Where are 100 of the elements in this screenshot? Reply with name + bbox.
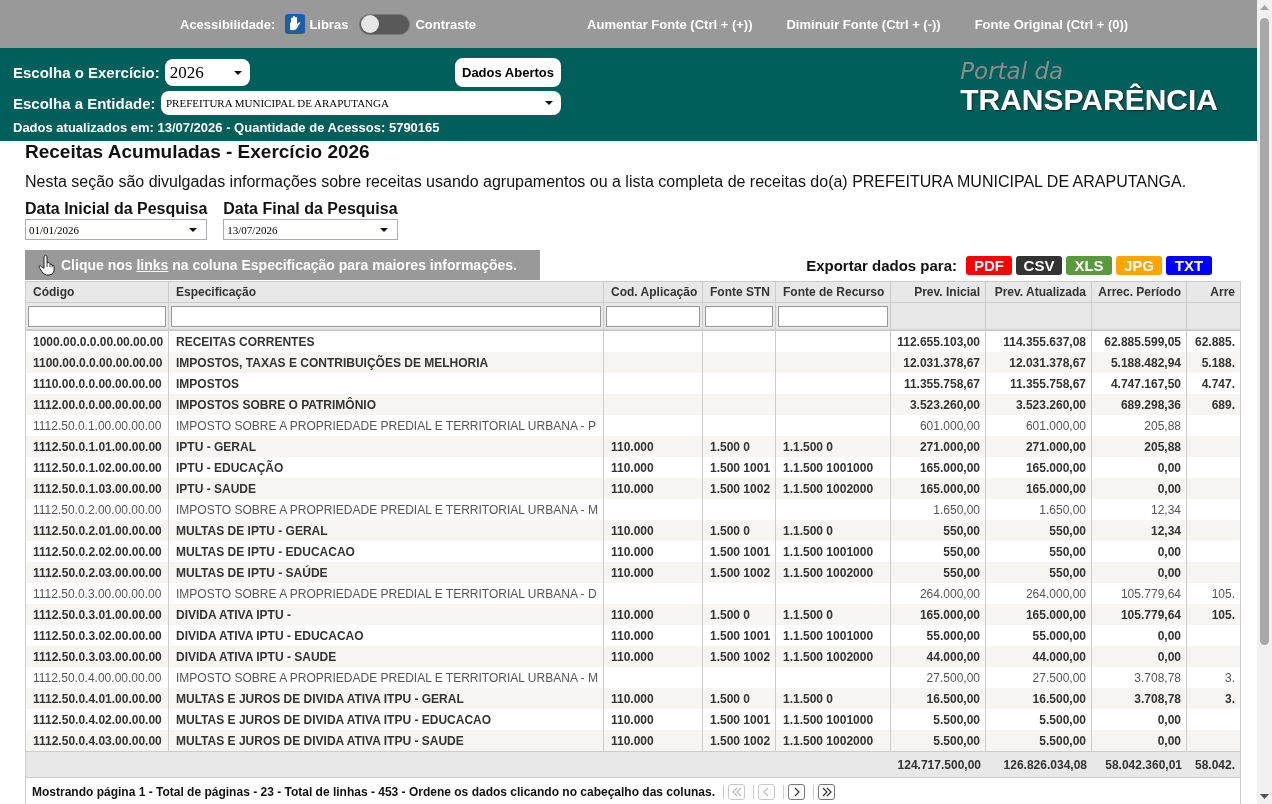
year-select[interactable]: 2026 bbox=[164, 59, 250, 86]
table-cell: 3.523.260,00 bbox=[891, 394, 986, 415]
pagination-summary: Mostrando página 1 - Total de páginas - 23 - Total de linhas - 453 - Ordene os dados clicando no cabeçalho das colunas. bbox=[32, 784, 716, 799]
table-cell: 1.1.500 0 bbox=[776, 604, 891, 625]
table-cell: 271.000,00 bbox=[986, 436, 1092, 457]
table-cell: 0,00 bbox=[1092, 730, 1187, 751]
table-cell: 110.000 bbox=[604, 436, 703, 457]
table-cell: 1.500 1002 bbox=[703, 730, 776, 751]
column-header[interactable]: Fonte STN bbox=[703, 282, 776, 303]
table-cell: 12.031.378,67 bbox=[891, 352, 986, 373]
column-header[interactable]: Fonte de Recurso bbox=[776, 282, 891, 303]
caret-icon bbox=[233, 70, 242, 75]
scroll-down-icon[interactable] bbox=[1260, 794, 1269, 799]
table-cell: 3.523.260,00 bbox=[986, 394, 1092, 415]
entity-select[interactable]: PREFEITURA MUNICIPAL DE ARAPUTANGA bbox=[161, 91, 561, 115]
table-cell: 110.000 bbox=[604, 604, 703, 625]
filter-field[interactable] bbox=[606, 305, 700, 327]
table-cell: MULTAS E JUROS DE DIVIDA ATIVA ITPU - SAUDE bbox=[169, 730, 604, 751]
table-cell: 165.000,00 bbox=[986, 478, 1092, 499]
last-page-button[interactable] bbox=[818, 783, 836, 800]
table-cell: 3. bbox=[1187, 688, 1240, 709]
table-cell-text: 105. bbox=[1210, 585, 1236, 603]
table-cell: IPTU - GERAL bbox=[169, 436, 604, 457]
table-cell: 110.000 bbox=[604, 562, 703, 583]
caret-icon bbox=[545, 101, 553, 105]
table-cell: 1112.50.0.3.01.00.00.00 bbox=[26, 604, 169, 625]
table-cell: 1.1.500 0 bbox=[776, 436, 891, 457]
export-button[interactable]: TXT bbox=[1166, 255, 1212, 275]
table-cell: 5.500,00 bbox=[891, 730, 986, 751]
column-header[interactable]: Arrec. Período bbox=[1092, 282, 1187, 303]
date-label: Data Final da Pesquisa bbox=[223, 200, 398, 218]
scrollbar-thumb[interactable] bbox=[1260, 18, 1269, 645]
next-page-button[interactable] bbox=[788, 783, 806, 800]
table-cell: 5.188. bbox=[1187, 352, 1240, 373]
filter-field[interactable] bbox=[171, 305, 601, 327]
table-cell: 1100.00.0.0.00.00.00.00 bbox=[26, 352, 169, 373]
table-cell: 550,00 bbox=[986, 562, 1092, 583]
hand-icon bbox=[285, 14, 306, 34]
table-cell: 44.000,00 bbox=[986, 646, 1092, 667]
date-select[interactable]: 01/01/2026 bbox=[25, 219, 208, 240]
contrast-label: Contraste bbox=[415, 16, 477, 32]
table-cell: 1112.50.0.3.03.00.00.00 bbox=[26, 646, 169, 667]
table-cell: IMPOSTOS SOBRE O PATRIMÔNIO bbox=[169, 394, 604, 415]
table-cell: MULTAS DE IPTU - GERAL bbox=[169, 520, 604, 541]
total-cell: 58.042.360,01 bbox=[1092, 751, 1187, 777]
table-cell: DIVIDA ATIVA IPTU - bbox=[169, 604, 604, 625]
table-cell: 16.500,00 bbox=[986, 688, 1092, 709]
table-cell: 205,88 bbox=[1092, 436, 1187, 457]
hint-text: Clique nos links na coluna Especificação para maiores informações. bbox=[61, 257, 517, 273]
pointing-hand-icon bbox=[38, 254, 55, 276]
table-cell: 16.500,00 bbox=[891, 688, 986, 709]
table-cell: 110.000 bbox=[604, 478, 703, 499]
export-button[interactable]: CSV bbox=[1016, 255, 1062, 275]
table-cell: 105.779,64 bbox=[1092, 604, 1187, 625]
entity-label: Escolha a Entidade: bbox=[13, 94, 156, 112]
open-data-button[interactable]: Dados Abertos bbox=[455, 58, 561, 87]
exercise-label: Escolha o Exercício: bbox=[13, 64, 160, 81]
column-header[interactable]: Código bbox=[26, 282, 169, 303]
double-chevron-left-icon bbox=[731, 786, 742, 797]
page-description: Nesta seção são divulgadas informações sobre receitas usando agrupamentos ou a lista completa de receitas do(a) PREFEITURA MUNICIPAL DE ARAPUTANGA. bbox=[25, 172, 1188, 192]
column-header[interactable]: Especificação bbox=[169, 282, 604, 303]
table-cell: MULTAS E JUROS DE DIVIDA ATIVA ITPU - GERAL bbox=[169, 688, 604, 709]
table-cell: 550,00 bbox=[891, 520, 986, 541]
column-header[interactable]: Prev. Atualizada bbox=[986, 282, 1092, 303]
table-cell: 1.1.500 1002000 bbox=[776, 478, 891, 499]
table-cell: 1112.50.0.1.03.00.00.00 bbox=[26, 478, 169, 499]
table-cell: 1.1.500 0 bbox=[776, 688, 891, 709]
logo-title: TRANSPARÊNCIA bbox=[960, 84, 1218, 116]
table-cell: 550,00 bbox=[891, 562, 986, 583]
filter-field[interactable] bbox=[28, 305, 166, 327]
table-cell: 1112.50.0.2.01.00.00.00 bbox=[26, 520, 169, 541]
table-cell: 1.500 1002 bbox=[703, 478, 776, 499]
table-cell: 0,00 bbox=[1092, 646, 1187, 667]
table-cell: 5.500,00 bbox=[986, 730, 1092, 751]
table-cell: 5.188.482,94 bbox=[1092, 352, 1187, 373]
table-cell: 110.000 bbox=[604, 688, 703, 709]
table-cell: 110.000 bbox=[604, 730, 703, 751]
scroll-up-icon[interactable] bbox=[1260, 5, 1269, 10]
column-header[interactable]: Prev. Inicial bbox=[891, 282, 986, 303]
table-cell: 0,00 bbox=[1092, 562, 1187, 583]
table-cell: 1.500 0 bbox=[703, 436, 776, 457]
filter-field[interactable] bbox=[778, 305, 888, 327]
export-label: Exportar dados para: bbox=[806, 256, 957, 274]
total-cell: 126.826.034,08 bbox=[986, 751, 1092, 777]
contrast-toggle[interactable] bbox=[359, 13, 411, 35]
date-select[interactable]: 13/07/2026 bbox=[223, 219, 398, 240]
table-cell: 689. bbox=[1187, 394, 1240, 415]
caret-icon bbox=[379, 227, 388, 232]
column-header[interactable]: Cod. Aplicação bbox=[604, 282, 703, 303]
scrollbar[interactable] bbox=[1257, 0, 1272, 804]
column-header[interactable]: Arre bbox=[1187, 282, 1240, 303]
table-cell: 1.1.500 1002000 bbox=[776, 730, 891, 751]
export-button[interactable]: PDF bbox=[966, 255, 1012, 275]
table-cell: 1.1.500 0 bbox=[776, 520, 891, 541]
table-cell: 105. bbox=[1187, 604, 1240, 625]
table-cell: 550,00 bbox=[986, 520, 1092, 541]
table-cell: 165.000,00 bbox=[891, 478, 986, 499]
filter-field[interactable] bbox=[705, 305, 773, 327]
date-label: Data Inicial da Pesquisa bbox=[25, 200, 208, 218]
table-cell: 0,00 bbox=[1092, 478, 1187, 499]
